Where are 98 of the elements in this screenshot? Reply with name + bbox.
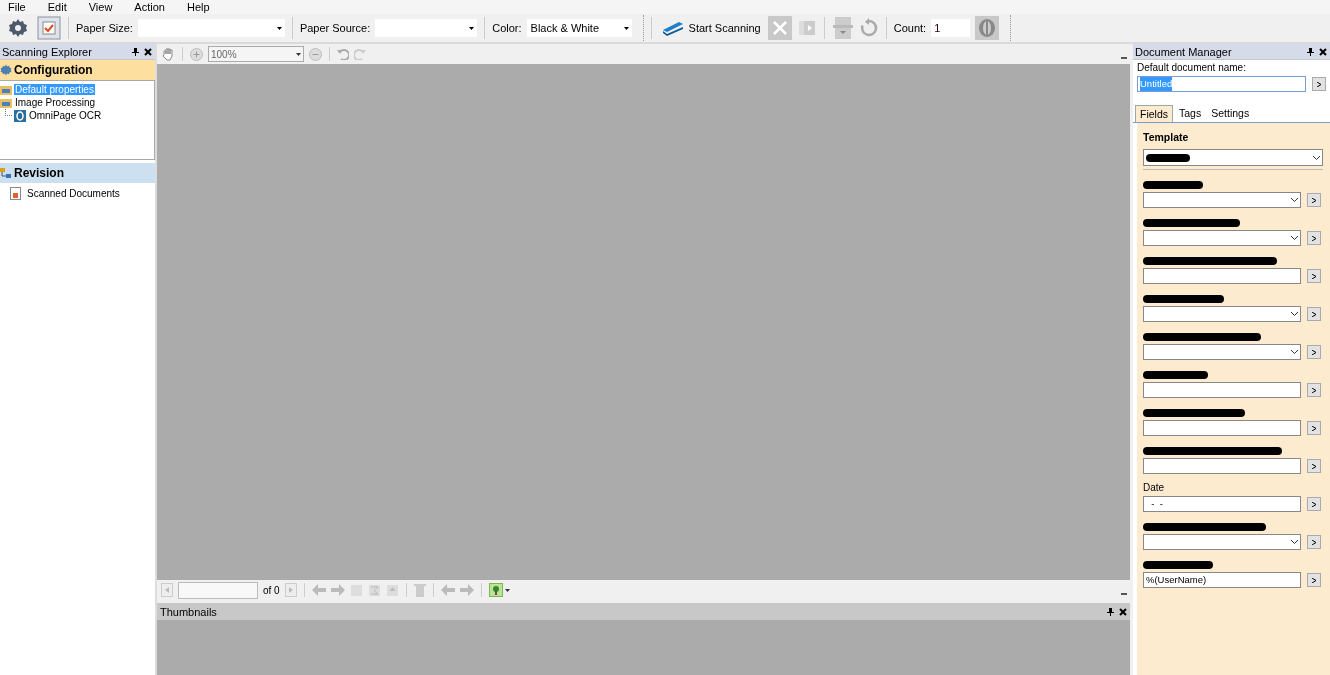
chevron-icon: [1291, 312, 1298, 316]
field-label: Default document name:: [1137, 62, 1247, 75]
tab[interactable]: Settings: [1207, 105, 1254, 122]
page-number-field[interactable]: [178, 581, 258, 599]
zoom-dropdown[interactable]: 100%: [208, 46, 304, 62]
undo-icon[interactable]: [337, 48, 349, 60]
field-dropdown[interactable]: [1143, 192, 1301, 208]
caret-icon: [623, 26, 629, 30]
pin-icon[interactable]: [1107, 607, 1114, 616]
paper-source-label: Paper Source:: [299, 22, 371, 34]
chevron-icon: [1313, 155, 1320, 160]
pin-icon[interactable]: [132, 47, 139, 56]
field-label: Date: [1143, 482, 1165, 493]
field-dropdown[interactable]: [1143, 344, 1301, 360]
folder-icon: [0, 83, 12, 96]
input-field[interactable]: [1143, 420, 1301, 436]
field-dropdown[interactable]: [1143, 306, 1301, 322]
panel-title: Scanning Explorer: [2, 45, 93, 58]
input-field[interactable]: %(UserName): [1143, 572, 1301, 588]
caret-icon: [296, 52, 301, 56]
checklist-icon[interactable]: [37, 16, 61, 40]
chevron-right-icon: [1312, 463, 1316, 469]
tab[interactable]: Tags: [1175, 105, 1206, 122]
folder-icon: [0, 96, 12, 109]
input-field[interactable]: [1143, 458, 1301, 474]
start-scanning-button[interactable]: Start Scanning: [658, 20, 763, 36]
gear-icon: [0, 64, 12, 76]
settings-icon[interactable]: [8, 18, 28, 38]
zoom-in-icon[interactable]: [190, 47, 203, 61]
page-count: of 0: [263, 584, 280, 596]
close-icon[interactable]: [1119, 607, 1127, 616]
caret-icon: [469, 26, 475, 30]
apply-button[interactable]: [1307, 231, 1321, 245]
chevron-right-icon: [1312, 387, 1316, 393]
field-dropdown[interactable]: [1143, 534, 1301, 550]
chevron-icon: [1291, 540, 1298, 544]
menu-item[interactable]: Edit: [47, 0, 67, 14]
chevron-right-icon: [1312, 235, 1316, 241]
chevron-right-icon: [1312, 311, 1316, 317]
section-header[interactable]: Revision: [0, 163, 155, 183]
input-field[interactable]: [1143, 382, 1301, 398]
chevron-right-icon: [1312, 349, 1316, 355]
count-label: Count:: [893, 22, 927, 34]
chevron-right-icon: [1312, 539, 1316, 545]
input-field[interactable]: [1143, 268, 1301, 284]
tree-item[interactable]: Image Processing: [14, 97, 97, 108]
revision-icon: [0, 167, 12, 179]
caret-icon: [276, 26, 282, 30]
chevron-right-icon: [1312, 577, 1316, 583]
chevron-right-icon: [1312, 425, 1316, 431]
tree-image-icon[interactable]: [488, 583, 511, 597]
chevron-right-icon: [1312, 501, 1316, 507]
hand-icon[interactable]: [161, 47, 175, 61]
paper-size-label: Paper Size:: [76, 22, 133, 34]
chevron-right-icon: [1312, 197, 1316, 203]
close-icon[interactable]: [1319, 47, 1327, 56]
scanner-icon: [660, 20, 685, 36]
panel-title: Thumbnails: [160, 605, 218, 618]
template-dropdown[interactable]: [1143, 149, 1323, 166]
apply-button[interactable]: [1307, 459, 1321, 473]
document-icon: [10, 187, 21, 200]
input-field[interactable]: - -: [1143, 496, 1301, 512]
omnipage-icon[interactable]: [975, 16, 1000, 40]
field-dropdown[interactable]: [1143, 230, 1301, 246]
tab[interactable]: Fields: [1135, 105, 1173, 122]
apply-button[interactable]: [1307, 383, 1321, 397]
chevron-icon: [1291, 198, 1298, 202]
apply-button[interactable]: [1307, 345, 1321, 359]
section-header[interactable]: Configuration: [0, 60, 155, 80]
apply-button[interactable]: [1307, 421, 1321, 435]
close-icon[interactable]: [144, 47, 152, 56]
tree-item[interactable]: Scanned Documents: [26, 188, 121, 199]
apply-button[interactable]: [1307, 535, 1321, 549]
chevron-right-icon: [1317, 81, 1322, 87]
menu-item[interactable]: File: [8, 0, 26, 14]
field-label: Template: [1143, 131, 1190, 145]
pin-icon[interactable]: [1307, 47, 1314, 56]
menu-item[interactable]: View: [88, 0, 113, 14]
apply-button[interactable]: [1307, 497, 1321, 511]
refresh-icon[interactable]: [858, 18, 879, 38]
document-icon[interactable]: [831, 16, 854, 40]
color-label: Color:: [492, 22, 522, 34]
chevron-icon: [1291, 236, 1298, 240]
chevron-icon: [1291, 350, 1298, 354]
tree-item[interactable]: OmniPage OCR: [28, 110, 103, 121]
color-dropdown[interactable]: Black & White: [526, 19, 632, 37]
panel-title: Document Manager: [1135, 45, 1233, 58]
apply-button[interactable]: [1307, 307, 1321, 321]
zoom-out-icon[interactable]: [309, 47, 322, 61]
apply-button[interactable]: [1307, 573, 1321, 587]
menu-item[interactable]: Action: [134, 0, 165, 14]
count-field[interactable]: 1: [931, 19, 971, 37]
menu-item[interactable]: Help: [186, 0, 210, 14]
apply-button[interactable]: [1307, 193, 1321, 207]
apply-button[interactable]: [1312, 77, 1326, 91]
apply-button[interactable]: [1307, 269, 1321, 283]
chevron-right-icon: [1312, 273, 1316, 279]
omnipage-icon: [14, 109, 26, 122]
